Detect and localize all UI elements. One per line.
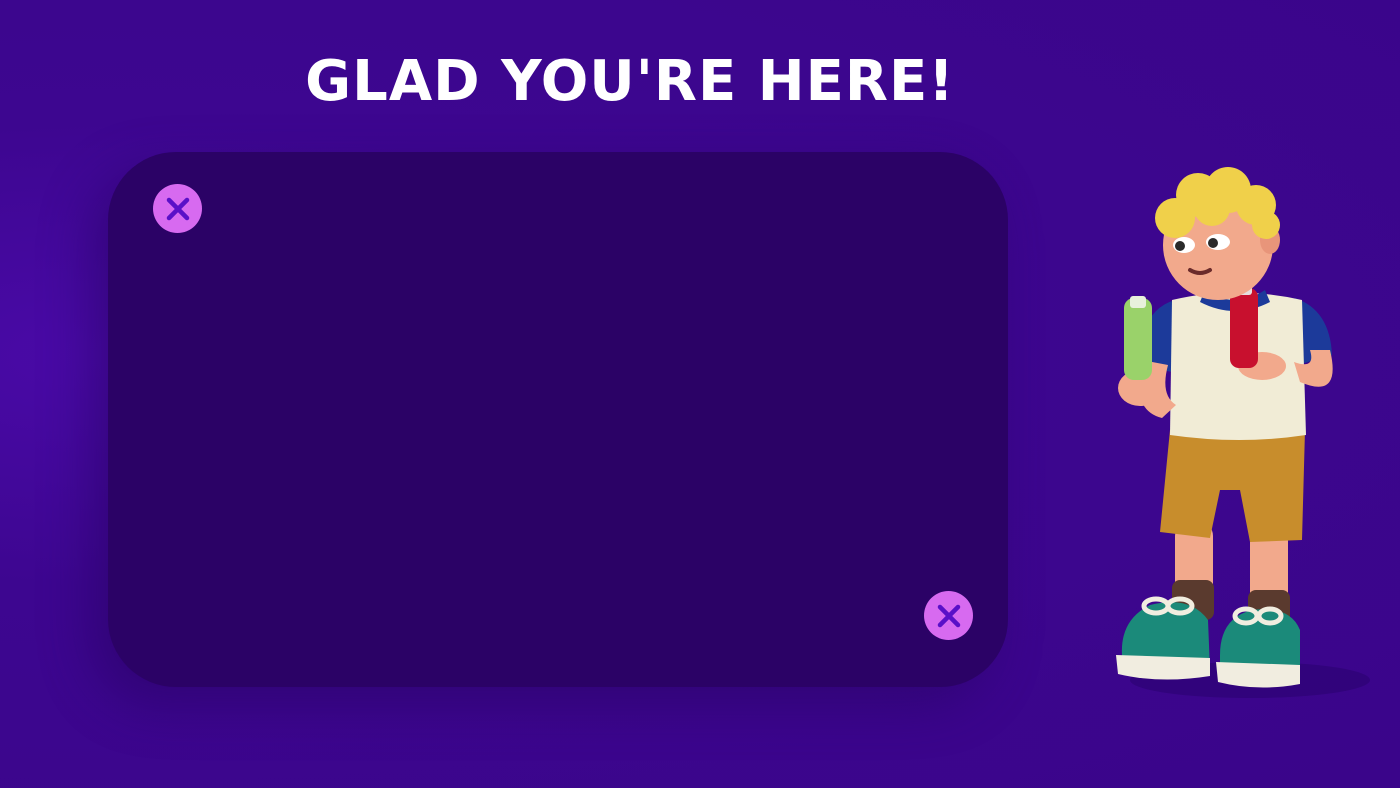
close-button-bottom[interactable]	[924, 591, 973, 640]
close-button-top[interactable]	[153, 184, 202, 233]
character-illustration	[1116, 167, 1370, 698]
right-sole	[1216, 662, 1300, 688]
page-title: GLAD YOU'RE HERE!	[305, 49, 955, 114]
red-bottle	[1230, 288, 1258, 368]
green-bottle-cap	[1130, 296, 1146, 308]
content-panel	[108, 152, 1008, 687]
shorts	[1160, 430, 1305, 542]
close-icon	[937, 604, 960, 627]
left-pupil	[1175, 241, 1185, 251]
close-icon	[166, 197, 189, 220]
green-bottle	[1124, 298, 1152, 380]
left-sole	[1116, 655, 1210, 680]
right-pupil	[1208, 238, 1218, 248]
